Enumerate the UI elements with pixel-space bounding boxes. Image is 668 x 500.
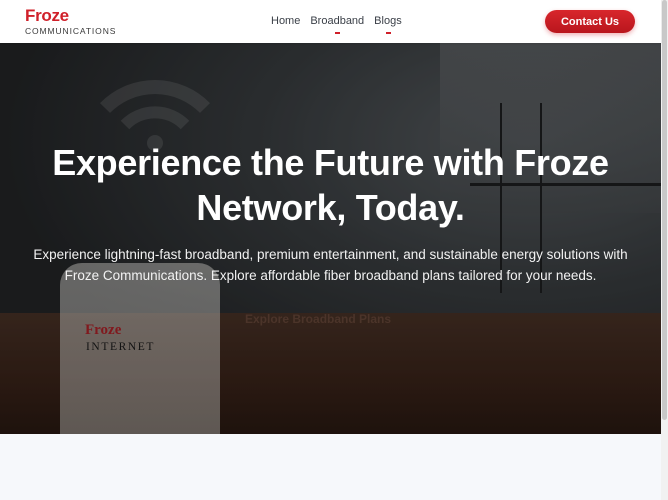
brand-logo[interactable]: Froze COMMUNICATIONS [25, 7, 116, 36]
dropdown-indicator-icon [385, 32, 391, 34]
contact-us-button[interactable]: Contact Us [545, 10, 635, 33]
hero-dark-overlay [0, 43, 661, 434]
hero-subtitle: Experience lightning-fast broadband, pre… [33, 247, 628, 283]
site-header: Froze COMMUNICATIONS Home Broadband Blog… [0, 0, 661, 43]
nav-blogs-label: Blogs [374, 15, 402, 27]
dropdown-indicator-icon [335, 32, 341, 34]
logo-wordmark: Froze [25, 6, 69, 25]
logo-tagline: COMMUNICATIONS [25, 26, 117, 36]
nav-blogs[interactable]: Blogs [374, 15, 402, 34]
nav-broadband-label: Broadband [310, 15, 365, 27]
nav-home[interactable]: Home [271, 15, 300, 28]
hero-title: Experience the Future with Froze Network… [52, 142, 609, 228]
explore-plans-button[interactable]: Explore Broadband Plans [245, 312, 391, 326]
nav-broadband[interactable]: Broadband [310, 15, 365, 34]
main-nav: Home Broadband Blogs [271, 15, 402, 34]
hero-section: Froze INTERNET Experience the Future wit… [0, 43, 661, 434]
page-scrollbar[interactable] [661, 0, 668, 500]
scrollbar-thumb[interactable] [662, 0, 667, 420]
